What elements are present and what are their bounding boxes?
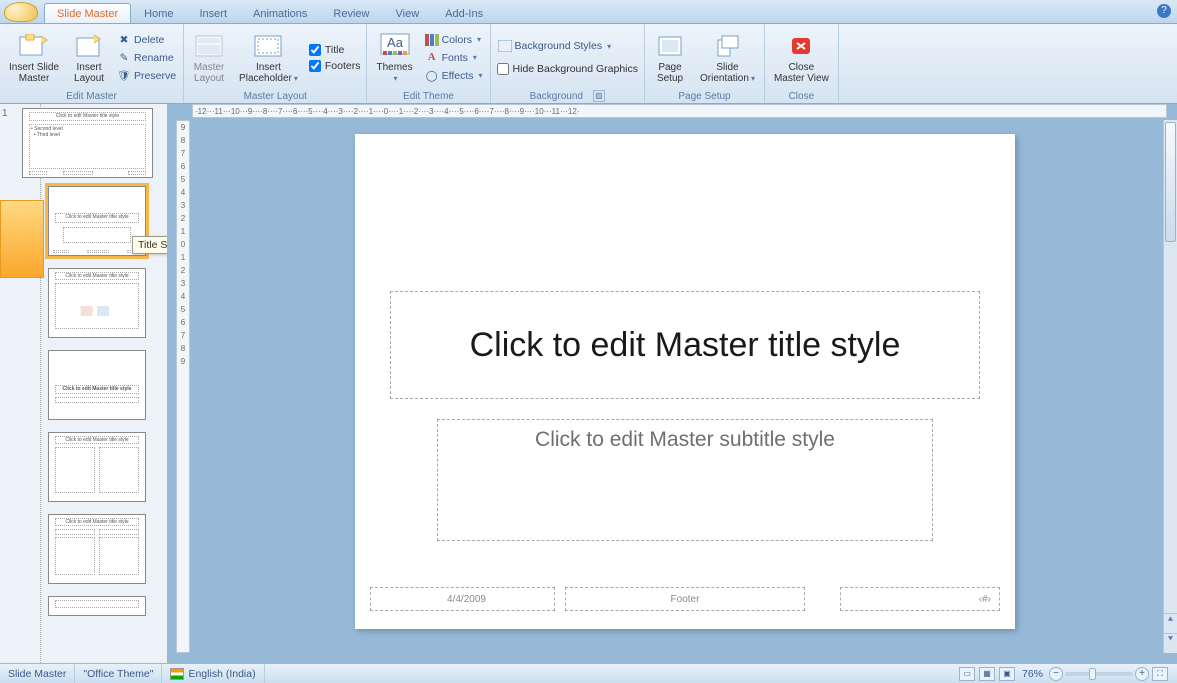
page-setup-button[interactable]: Page Setup: [649, 29, 691, 87]
title-checkbox[interactable]: Title: [307, 43, 363, 57]
preserve-icon: 🛡: [117, 69, 131, 83]
group-edit-master: Insert Slide Master Insert Layout ✖Delet…: [0, 24, 184, 103]
tab-addins[interactable]: Add-Ins: [432, 3, 496, 23]
layout-thumb-two-content[interactable]: Click to edit Master title style: [48, 432, 146, 502]
status-mode[interactable]: Slide Master: [0, 664, 75, 683]
slide-master-icon: [18, 32, 50, 60]
delete-button[interactable]: ✖Delete: [114, 32, 179, 48]
delete-icon: ✖: [117, 33, 131, 47]
slide-canvas[interactable]: Click to edit Master title style Click t…: [192, 120, 1163, 653]
footer-placeholder[interactable]: Footer: [565, 587, 805, 611]
tab-review[interactable]: Review: [320, 3, 382, 23]
group-label-edit-theme: Edit Theme: [371, 89, 485, 103]
scroll-thumb[interactable]: [1165, 122, 1176, 242]
layout-connector: [40, 104, 41, 663]
ruler-horizontal[interactable]: ·12···11···10···9····8····7····6····5···…: [192, 104, 1167, 118]
group-label-background: Background▨: [495, 88, 640, 103]
footers-checkbox[interactable]: Footers: [307, 59, 363, 73]
group-label-close: Close: [769, 89, 834, 103]
group-label-page-setup: Page Setup: [649, 89, 760, 103]
page-setup-icon: [654, 32, 686, 60]
ribbon: Insert Slide Master Insert Layout ✖Delet…: [0, 24, 1177, 104]
close-master-view-button[interactable]: Close Master View: [769, 29, 834, 87]
office-button[interactable]: [4, 2, 38, 22]
zoom-out-button[interactable]: −: [1049, 667, 1063, 681]
layout-tooltip: Title Slide Layout: used by slide(s) 1: [132, 236, 168, 254]
flag-icon: [170, 668, 184, 680]
group-page-setup: Page Setup Slide Orientation▾ Page Setup: [645, 24, 765, 103]
group-label-master-layout: Master Layout: [188, 89, 362, 103]
rename-icon: ✎: [117, 51, 131, 65]
view-sorter-button[interactable]: ▦: [979, 667, 995, 681]
tab-home[interactable]: Home: [131, 3, 186, 23]
vertical-scrollbar[interactable]: [1163, 120, 1177, 635]
colors-button[interactable]: Colors▾: [422, 32, 486, 48]
background-styles-button[interactable]: Background Styles▾: [495, 38, 640, 54]
layout-thumb-section-header[interactable]: Click to edit Master title style: [48, 350, 146, 420]
prev-slide-button[interactable]: ⯅: [1164, 613, 1177, 633]
layout-thumb-comparison[interactable]: Click to edit Master title style: [48, 514, 146, 584]
ruler-vertical[interactable]: 9876543210123456789: [176, 120, 190, 653]
insert-slide-master-button[interactable]: Insert Slide Master: [4, 29, 64, 87]
master-layout-button[interactable]: Master Layout: [188, 29, 230, 87]
tab-slide-master[interactable]: Slide Master: [44, 3, 131, 23]
slide-orientation-button[interactable]: Slide Orientation▾: [695, 29, 760, 87]
fit-window-button[interactable]: ⛶: [1152, 667, 1168, 681]
tab-animations[interactable]: Animations: [240, 3, 320, 23]
effects-button[interactable]: ◯Effects▾: [422, 68, 486, 84]
colors-icon: [425, 33, 439, 47]
view-show-button[interactable]: ▣: [999, 667, 1015, 681]
group-background: Background Styles▾ Hide Background Graph…: [491, 24, 645, 103]
zoom-slider[interactable]: [1065, 672, 1133, 676]
zoom-in-button[interactable]: +: [1135, 667, 1149, 681]
zoom-knob[interactable]: [1089, 668, 1096, 680]
orientation-icon: [711, 32, 743, 60]
group-close: Close Master View Close: [765, 24, 839, 103]
fonts-button[interactable]: AFonts▾: [422, 50, 486, 66]
group-master-layout: Master Layout Insert Placeholder▾ Title …: [184, 24, 367, 103]
hide-bg-checkbox[interactable]: Hide Background Graphics: [495, 62, 640, 76]
status-theme[interactable]: "Office Theme": [75, 664, 162, 683]
insert-placeholder-button[interactable]: Insert Placeholder▾: [234, 29, 303, 87]
group-label-edit-master: Edit Master: [4, 89, 179, 103]
master-thumbnail[interactable]: Click to edit Master title style • Secon…: [22, 108, 153, 178]
view-normal-button[interactable]: ▭: [959, 667, 975, 681]
group-edit-theme: Aa Themes▾ Colors▾ AFonts▾ ◯Effects▾ Edi…: [367, 24, 490, 103]
slidenum-placeholder[interactable]: ‹#›: [840, 587, 1000, 611]
status-bar: Slide Master "Office Theme" English (Ind…: [0, 663, 1177, 683]
layout-thumb-title-only[interactable]: [48, 596, 146, 616]
status-language[interactable]: English (India): [162, 664, 264, 683]
date-placeholder[interactable]: 4/4/2009: [370, 587, 555, 611]
bg-styles-icon: [498, 39, 512, 53]
rename-button[interactable]: ✎Rename: [114, 50, 179, 66]
layout-thumb-title-content[interactable]: Click to edit Master title style: [48, 268, 146, 338]
close-icon: [785, 32, 817, 60]
tab-strip: Slide Master Home Insert Animations Revi…: [0, 0, 1177, 24]
insert-layout-button[interactable]: Insert Layout: [68, 29, 110, 87]
themes-icon: Aa: [379, 32, 411, 60]
master-layout-icon: [193, 32, 225, 60]
help-icon[interactable]: ?: [1157, 4, 1171, 18]
slide-nav-buttons: ⯅ ⯆: [1163, 613, 1177, 653]
zoom-percent[interactable]: 76%: [1022, 668, 1043, 680]
background-launcher[interactable]: ▨: [593, 90, 605, 102]
placeholder-icon: [252, 32, 284, 60]
selection-highlight: [0, 200, 44, 278]
themes-button[interactable]: Aa Themes▾: [371, 29, 417, 87]
fonts-icon: A: [425, 51, 439, 65]
slide[interactable]: Click to edit Master title style Click t…: [355, 134, 1015, 629]
thumbnail-pane: 1 Click to edit Master title style • Sec…: [0, 104, 168, 663]
subtitle-placeholder[interactable]: Click to edit Master subtitle style: [437, 419, 933, 541]
master-index: 1: [2, 108, 8, 119]
effects-icon: ◯: [425, 69, 439, 83]
preserve-button[interactable]: 🛡Preserve: [114, 68, 179, 84]
next-slide-button[interactable]: ⯆: [1164, 633, 1177, 653]
title-placeholder[interactable]: Click to edit Master title style: [390, 291, 980, 399]
editor-area: ·12···11···10···9····8····7····6····5···…: [168, 104, 1177, 663]
svg-text:Aa: Aa: [387, 35, 404, 50]
tab-insert[interactable]: Insert: [186, 3, 240, 23]
workspace: 1 Click to edit Master title style • Sec…: [0, 104, 1177, 663]
insert-layout-icon: [73, 32, 105, 60]
tab-view[interactable]: View: [383, 3, 433, 23]
